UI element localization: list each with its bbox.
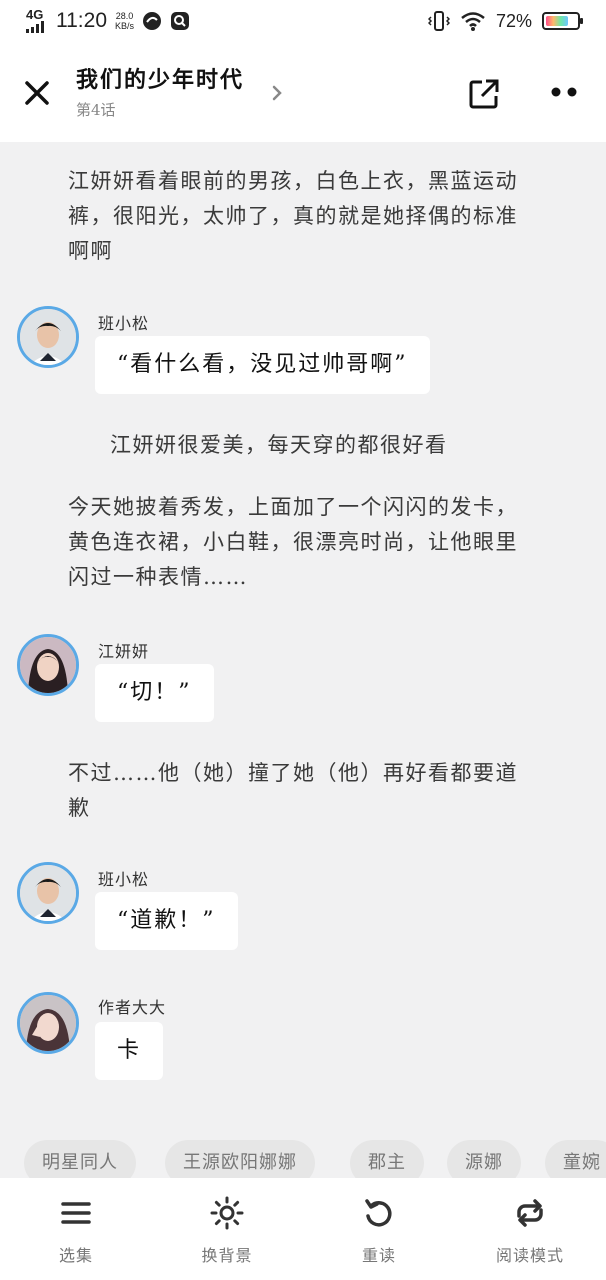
battery-icon: [542, 12, 583, 30]
clock: 11:20: [56, 9, 107, 32]
vibrate-icon: [427, 11, 450, 31]
close-icon[interactable]: [20, 76, 54, 110]
narration-paragraph: 江妍妍看着眼前的男孩，白色上衣，黑蓝运动裤，很阳光，太帅了，真的就是她择偶的标准…: [68, 169, 518, 263]
signal-bars-icon: [26, 21, 44, 33]
signal-indicator: 4G: [26, 7, 48, 33]
speaker-name: 江妍妍: [98, 642, 150, 661]
speaker-name: 班小松: [98, 314, 150, 333]
battery-level: [546, 16, 568, 26]
bottom-toolbar: 选集 换背景 重读 阅读模式: [0, 1178, 606, 1280]
brightness-icon: [210, 1196, 244, 1230]
network-speed: 28.0 KB/s: [115, 11, 135, 31]
story-title-block[interactable]: 我们的少年时代 第4话: [76, 62, 244, 120]
more-options-icon[interactable]: [548, 84, 580, 100]
speaker-name: 作者大大: [98, 998, 167, 1017]
loop-icon: [517, 1199, 543, 1227]
chevron-right-icon[interactable]: [268, 84, 286, 102]
share-icon[interactable]: [466, 76, 502, 112]
refresh-icon: [365, 1199, 392, 1227]
battery-percent: 72%: [495, 10, 532, 31]
menu-list-icon: [61, 1202, 91, 1224]
boy-avatar-icon: [20, 865, 76, 921]
dialog-bubble: “道歉！”: [95, 892, 238, 950]
reread-button[interactable]: 重读: [319, 1196, 439, 1266]
network-type: 4G: [26, 7, 44, 22]
search-app-icon: [171, 12, 190, 30]
avatar[interactable]: [17, 306, 79, 368]
change-background-button[interactable]: 换背景: [167, 1196, 287, 1266]
avatar[interactable]: [17, 992, 79, 1054]
narration-paragraph: 不过……他（她）撞了她（他）再好看都要道歉: [68, 761, 518, 820]
author-avatar-icon: [20, 995, 76, 1051]
narration-paragraph: 江妍妍很爱美，每天穿的都很好看: [110, 433, 448, 457]
page-title: 我们的少年时代: [76, 67, 245, 93]
dialog-bubble: “切！”: [95, 664, 214, 722]
narration-paragraph: 今天她披着秀发，上面加了一个闪闪的发卡，黄色连衣裙，小白鞋，很漂亮时尚，让他眼里…: [68, 495, 518, 589]
dialog-bubble: 卡: [95, 1022, 164, 1080]
status-bar: 4G 11:20 28.0 KB/s 72%: [0, 0, 606, 46]
episodes-button[interactable]: 选集: [16, 1196, 136, 1266]
story-content[interactable]: 江妍妍看着眼前的男孩，白色上衣，黑蓝运动裤，很阳光，太帅了，真的就是她择偶的标准…: [0, 142, 606, 1178]
app-notification-icon: [143, 12, 162, 30]
boy-avatar-icon: [20, 309, 76, 365]
girl-avatar-icon: [20, 637, 76, 693]
reading-mode-button[interactable]: 阅读模式: [470, 1196, 590, 1266]
avatar[interactable]: [17, 634, 79, 696]
chapter-label: 第4话: [76, 101, 116, 119]
speaker-name: 班小松: [98, 870, 150, 889]
avatar[interactable]: [17, 862, 79, 924]
reader-header: 我们的少年时代 第4话: [0, 46, 606, 142]
dialog-bubble: “看什么看，没见过帅哥啊”: [95, 336, 430, 394]
wifi-icon: [461, 12, 485, 31]
